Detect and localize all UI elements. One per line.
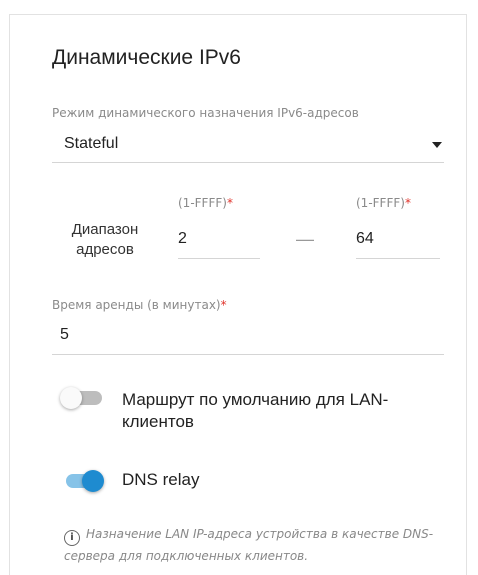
range-end-input[interactable]: 64: [356, 222, 440, 259]
mode-label: Режим динамического назначения IPv6-адре…: [52, 106, 359, 120]
info-note: i Назначение LAN IP-адреса устройства в к…: [64, 524, 449, 567]
default-route-label: Маршрут по умолчанию для LAN-клиентов: [122, 390, 389, 431]
range-start-hint: (1-FFFF)*: [178, 196, 233, 210]
lease-input[interactable]: 5: [52, 318, 444, 355]
range-separator: —: [296, 229, 314, 249]
default-route-toggle[interactable]: [60, 387, 104, 409]
mode-select-value: Stateful: [64, 135, 119, 152]
lease-value: 5: [60, 326, 69, 343]
info-text: Назначение LAN IP-адреса устройства в ка…: [64, 527, 434, 563]
range-end-value: 64: [356, 230, 374, 247]
caret-down-icon: [432, 142, 442, 148]
range-label-line1: Диапазон: [71, 221, 139, 238]
range-start-input[interactable]: 2: [178, 222, 260, 259]
settings-card: [9, 14, 467, 575]
range-start-value: 2: [178, 230, 187, 247]
range-end-hint: (1-FFFF)*: [356, 196, 411, 210]
toggle-knob: [82, 470, 104, 492]
section-title: Динамические IPv6: [52, 46, 241, 69]
toggle-knob: [60, 387, 82, 409]
dns-relay-label: DNS relay: [122, 470, 200, 489]
lease-label: Время аренды (в минутах)*: [52, 298, 227, 312]
range-label: Диапазон адресов: [60, 220, 150, 260]
info-icon: i: [64, 530, 80, 546]
range-label-line2: адресов: [76, 241, 134, 258]
dns-relay-toggle[interactable]: [60, 470, 104, 492]
mode-select[interactable]: Stateful: [52, 128, 444, 163]
